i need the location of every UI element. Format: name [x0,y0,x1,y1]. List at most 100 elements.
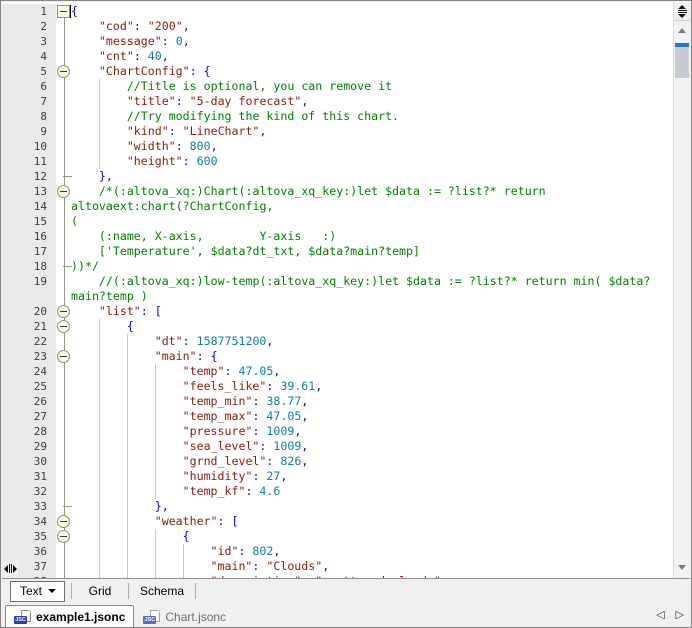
code-row[interactable]: 31"humidity": 27, [2,469,673,484]
scroll-down-button[interactable] [674,560,690,575]
code-row[interactable]: 5"ChartConfig": { [2,64,673,79]
line-number: 3 [2,34,56,49]
fold-margin-cell [56,229,71,244]
fold-margin-cell[interactable] [56,349,71,364]
fold-margin-cell[interactable] [56,64,71,79]
code-row[interactable]: 24"temp": 47.05, [2,364,673,379]
tab-text-view[interactable]: Text [10,581,65,602]
fold-margin-cell[interactable] [56,319,71,334]
code-row[interactable]: 22"dt": 1587751200, [2,334,673,349]
line-number [2,289,56,304]
fold-collapse-icon[interactable] [57,5,70,18]
line-number: 21 [2,319,56,334]
code-row[interactable]: 14altovaext:chart(?ChartConfig, [2,199,673,214]
file-tab-example1[interactable]: JSC example1.jsonc [5,605,134,628]
code-row[interactable]: 8//Try modifying the kind of this chart. [2,109,673,124]
fold-margin-cell [56,214,71,229]
code-row[interactable]: 16(:name, X-axis, Y-axis :) [2,229,673,244]
fold-collapse-icon[interactable] [57,305,70,318]
code-text: //Title is optional, you can remove it [71,79,392,94]
code-row[interactable]: 29"sea_level": 1009, [2,439,673,454]
code-row[interactable]: 32"temp_kf": 4.6 [2,484,673,499]
line-number: 29 [2,439,56,454]
code-row[interactable]: 12}, [2,169,673,184]
fold-margin-cell[interactable] [56,184,71,199]
code-row[interactable]: 21{ [2,319,673,334]
fold-margin-cell[interactable] [56,4,71,19]
prev-tab-arrow-icon[interactable]: ◁ [656,608,664,621]
code-text: "title": "5-day forecast", [71,94,308,109]
code-row[interactable]: 35{ [2,529,673,544]
code-row[interactable]: 10"width": 800, [2,139,673,154]
line-number: 34 [2,514,56,529]
line-number: 28 [2,424,56,439]
fold-collapse-icon[interactable] [57,185,70,198]
fold-collapse-icon[interactable] [57,320,70,333]
code-row[interactable]: 36"id": 802, [2,544,673,559]
code-row[interactable]: 23"main": { [2,349,673,364]
line-number: 18 [2,259,56,274]
scrollbar-thumb[interactable] [675,47,689,78]
code-text: "pressure": 1009, [71,424,301,439]
code-row[interactable]: 11"height": 600 [2,154,673,169]
fold-margin-cell [56,49,71,64]
fold-margin-cell[interactable] [56,304,71,319]
fold-margin-cell [56,439,71,454]
fold-collapse-icon[interactable] [57,350,70,363]
code-row[interactable]: 30"grnd_level": 826, [2,454,673,469]
tab-schema-view[interactable]: Schema [129,581,195,601]
code-row[interactable]: 17['Temperature', $data?dt_txt, $data?ma… [2,244,673,259]
next-tab-arrow-icon[interactable]: ▷ [676,608,684,621]
code-row[interactable]: 34"weather": [ [2,514,673,529]
code-row[interactable]: 20"list": [ [2,304,673,319]
code-row[interactable]: 37"main": "Clouds", [2,559,673,574]
code-text: "grnd_level": 826, [71,454,308,469]
code-row[interactable]: 19//(:altova_xq:)low-temp(:altova_xq_key… [2,274,673,289]
code-row[interactable]: 6//Title is optional, you can remove it [2,79,673,94]
code-row[interactable]: 27"temp_max": 47.05, [2,409,673,424]
line-number: 7 [2,94,56,109]
code-row[interactable]: 4"cnt": 40, [2,49,673,64]
line-number: 25 [2,379,56,394]
code-row[interactable]: 2"cod": "200", [2,19,673,34]
code-row[interactable]: 18))*/ [2,259,673,274]
fold-margin-cell [56,454,71,469]
horizontal-split-handle[interactable] [3,561,18,576]
line-number: 19 [2,274,56,289]
code-row[interactable]: 25"feels_like": 39.61, [2,379,673,394]
code-row[interactable]: main?temp ) [2,289,673,304]
fold-collapse-icon[interactable] [57,530,70,543]
line-number: 2 [2,19,56,34]
line-number: 5 [2,64,56,79]
split-window-button[interactable] [674,2,690,21]
code-text: "temp_kf": 4.6 [71,484,280,499]
code-row[interactable]: 1{ [2,4,673,19]
fold-margin-cell [56,154,71,169]
code-row[interactable]: 28 "pressure": 1009, [2,424,673,439]
code-row[interactable]: 3"message": 0, [2,34,673,49]
line-number: 12 [2,169,56,184]
tab-grid-view[interactable]: Grid [72,581,128,601]
fold-collapse-icon[interactable] [57,65,70,78]
code-row[interactable]: 26"temp_min": 38.77, [2,394,673,409]
scroll-up-button[interactable] [674,23,690,38]
file-tab-label: example1.jsonc [36,610,125,624]
fold-margin-cell[interactable] [56,529,71,544]
tab-separator [195,583,196,599]
code-text: "dt": 1587751200, [71,334,273,349]
line-number: 24 [2,364,56,379]
code-area: 1{2"cod": "200",3"message": 0,4"cnt": 40… [2,2,673,578]
fold-margin-cell[interactable] [56,514,71,529]
code-row[interactable]: 13/*(:altova_xq:)Chart(:altova_xq_key:)l… [2,184,673,199]
line-number: 4 [2,49,56,64]
code-row[interactable]: 9"kind": "LineChart", [2,124,673,139]
file-tab-chart[interactable]: JSC Chart.jsonc [134,605,235,628]
code-text: ['Temperature', $data?dt_txt, $data?main… [71,244,420,259]
code-row[interactable]: 15( [2,214,673,229]
code-row[interactable]: 7 "title": "5-day forecast", [2,94,673,109]
code-row[interactable]: 33}, [2,499,673,514]
fold-collapse-icon[interactable] [57,515,70,528]
vertical-scrollbar[interactable] [673,2,690,578]
line-number: 31 [2,469,56,484]
code-editor[interactable]: 1{2"cod": "200",3"message": 0,4"cnt": 40… [2,2,673,578]
